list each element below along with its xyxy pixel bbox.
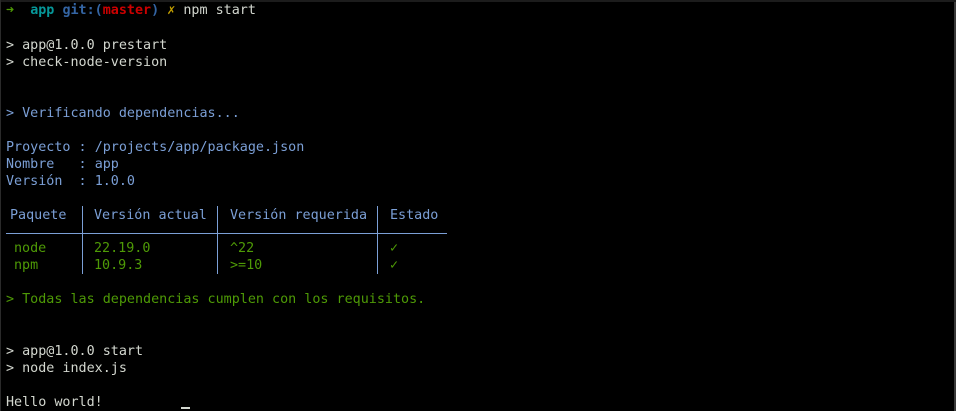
- check-icon: ✓: [390, 258, 399, 273]
- check-icon: ✓: [390, 241, 399, 256]
- prompt-directory: app: [30, 3, 55, 18]
- project-path-value: /projects/app/package.json: [94, 140, 305, 155]
- project-name-label: Nombre :: [6, 157, 95, 172]
- table-cell-required-version: >=10: [230, 258, 263, 273]
- verify-message: > Verificando dependencias...: [6, 106, 240, 121]
- project-name-line: Nombre : app: [6, 156, 119, 173]
- prompt-dirty-icon: ✗: [167, 3, 176, 18]
- text-cursor: [181, 407, 190, 409]
- project-path-line: Proyecto : /projects/app/package.json: [6, 139, 304, 156]
- prompt-git-prefix: git:(: [62, 3, 103, 18]
- project-version-label: Versión :: [6, 174, 95, 189]
- prompt-command: npm start: [183, 3, 256, 18]
- table-header-divider: [6, 233, 447, 234]
- table-cell-package: node: [14, 241, 47, 256]
- table-header-package: Paquete: [10, 208, 67, 223]
- terminal-window[interactable]: ➜ app git:(master) ✗ npm start > app@1.0…: [0, 0, 956, 411]
- table-cell-required-version: ^22: [230, 241, 255, 256]
- table-column-divider: [217, 206, 218, 274]
- table-cell-current-version: 10.9.3: [94, 258, 143, 273]
- start-script-line: > app@1.0.0 start: [6, 344, 144, 359]
- prestart-command-line: > check-node-version: [6, 55, 168, 70]
- prompt-git-branch: master: [102, 3, 152, 18]
- table-header-status: Estado: [390, 208, 439, 223]
- table-header-current-version: Versión actual: [94, 208, 207, 223]
- table-column-divider: [82, 206, 83, 274]
- project-version-value: 1.0.0: [94, 174, 135, 189]
- table-cell-current-version: 22.19.0: [94, 241, 151, 256]
- table-cell-package: npm: [14, 258, 39, 273]
- prestart-script-line: > app@1.0.0 prestart: [6, 38, 168, 53]
- project-path-label: Proyecto :: [6, 140, 95, 155]
- table-column-divider: [377, 206, 378, 274]
- dependencies-table: Paquete Versión actual Versión requerida…: [6, 206, 447, 276]
- start-command-line: > node index.js: [6, 361, 127, 376]
- prompt-arrow-icon: ➜: [6, 3, 15, 18]
- program-output: Hello world!: [6, 395, 103, 410]
- success-message: > Todas las dependencias cumplen con los…: [6, 292, 426, 307]
- shell-prompt-line: ➜ app git:(master) ✗ npm start: [6, 2, 256, 19]
- project-version-line: Versión : 1.0.0: [6, 173, 135, 190]
- prompt-git-suffix: ): [151, 3, 160, 18]
- table-header-required-version: Versión requerida: [230, 208, 368, 223]
- project-name-value: app: [94, 157, 119, 172]
